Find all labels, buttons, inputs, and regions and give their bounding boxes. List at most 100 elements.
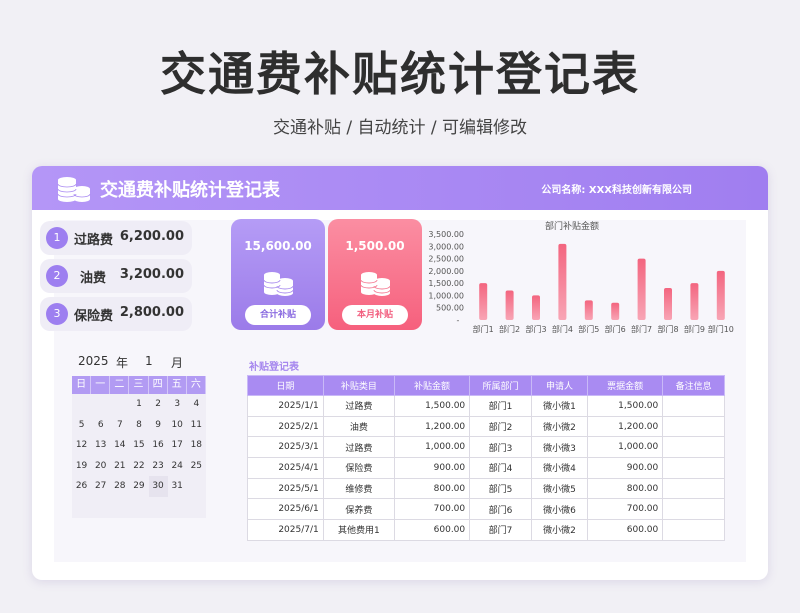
table-cell[interactable]: 600.00: [587, 519, 664, 541]
table-cell[interactable]: 部门7: [469, 519, 532, 541]
calendar-day[interactable]: 9: [149, 415, 168, 436]
calendar-day[interactable]: 16: [149, 435, 168, 456]
calendar-day[interactable]: 11: [187, 415, 206, 436]
table-cell[interactable]: 1,500.00: [587, 395, 664, 417]
chart-bar: [558, 243, 567, 320]
table-cell[interactable]: [662, 498, 725, 521]
calendar-day[interactable]: 1: [129, 394, 148, 415]
table-cell[interactable]: 微小微6: [530, 498, 589, 521]
calendar-day[interactable]: 23: [149, 456, 168, 477]
table-cell[interactable]: 2025/7/1: [247, 519, 324, 541]
calendar-day[interactable]: 31: [168, 476, 187, 497]
table-cell[interactable]: 部门4: [469, 457, 532, 479]
table-cell[interactable]: [662, 457, 725, 479]
calendar-day[interactable]: 27: [91, 476, 110, 497]
table-cell[interactable]: 700.00: [587, 498, 664, 521]
calendar-day[interactable]: 30: [148, 476, 168, 497]
table-row: 2025/7/1 其他费用1 600.00 部门7 微小微2 600.00: [247, 519, 725, 541]
table-cell[interactable]: 900.00: [393, 457, 471, 479]
calendar-day[interactable]: 15: [129, 435, 148, 456]
register-table: 日期 补贴类目 补贴金额 所属部门 申请人 票据金额 备注信息 2025/1/1 过路费 1,5…: [247, 375, 725, 541]
table-cell[interactable]: [662, 415, 725, 438]
calendar-day[interactable]: 19: [72, 456, 91, 477]
calendar-day[interactable]: 12: [72, 435, 91, 456]
header-title: 交通费补贴统计登记表: [100, 180, 280, 201]
calendar-day[interactable]: 14: [110, 435, 129, 456]
table-cell[interactable]: 600.00: [393, 519, 471, 541]
weekday-label: 三: [129, 376, 149, 394]
table-cell[interactable]: 微小微2: [530, 519, 589, 541]
calendar-week-row: 19 20 21 22 23 24 25: [72, 456, 206, 477]
table-cell[interactable]: 部门2: [469, 415, 532, 438]
table-cell[interactable]: 2025/4/1: [247, 457, 324, 479]
table-cell[interactable]: 1,500.00: [393, 395, 471, 417]
calendar-week-row: 1234: [72, 394, 206, 415]
calendar-day[interactable]: 4: [187, 394, 206, 415]
calendar-day[interactable]: 7: [110, 415, 129, 436]
table-cell[interactable]: 2025/6/1: [247, 498, 324, 521]
table-cell[interactable]: 过路费: [322, 395, 395, 417]
table-cell[interactable]: 部门5: [469, 477, 532, 500]
calendar-day[interactable]: 21: [110, 456, 129, 477]
table-cell[interactable]: 2025/3/1: [247, 436, 324, 459]
table-cell[interactable]: 部门6: [469, 498, 532, 521]
fee-number: 1: [46, 227, 68, 249]
table-cell[interactable]: 微小微5: [530, 477, 589, 500]
table-cell[interactable]: 其他费用1: [322, 519, 395, 541]
table-cell[interactable]: 微小微1: [530, 395, 589, 417]
calendar-day[interactable]: 24: [168, 456, 187, 477]
calendar-day[interactable]: 17: [168, 435, 187, 456]
table-cell[interactable]: 保养费: [322, 498, 395, 521]
calendar-year[interactable]: 2025: [78, 354, 109, 368]
table-cell[interactable]: 900.00: [587, 457, 664, 479]
calendar-day[interactable]: 22: [129, 456, 148, 477]
x-tick-label: 部门3: [525, 324, 546, 334]
total-subsidy-button[interactable]: 合计补贴: [245, 305, 311, 325]
month-subsidy-button[interactable]: 本月补贴: [342, 305, 408, 325]
calendar-day[interactable]: 28: [110, 476, 129, 497]
calendar-day[interactable]: 20: [91, 456, 110, 477]
table-cell[interactable]: 过路费: [322, 436, 395, 459]
table-cell[interactable]: 1,200.00: [393, 415, 471, 438]
table-cell[interactable]: 2025/2/1: [247, 415, 324, 438]
calendar-day[interactable]: 29: [129, 476, 148, 497]
card-header: 交通费补贴统计登记表 公司名称: XXX科技创新有限公司: [32, 166, 768, 210]
table-header-row: 日期 补贴类目 补贴金额 所属部门 申请人 票据金额 备注信息: [247, 375, 725, 396]
table-cell[interactable]: 部门3: [469, 436, 532, 459]
table-cell[interactable]: 维修费: [322, 477, 395, 500]
table-cell[interactable]: 微小微4: [530, 457, 589, 479]
table-cell[interactable]: [662, 519, 725, 541]
calendar-day: [187, 497, 206, 518]
calendar-day[interactable]: 3: [168, 394, 187, 415]
calendar-day[interactable]: 26: [72, 476, 91, 497]
table-cell[interactable]: 2025/1/1: [247, 395, 324, 417]
calendar-month[interactable]: 1: [145, 354, 153, 368]
table-cell[interactable]: 800.00: [393, 477, 471, 500]
calendar-day: [110, 497, 129, 518]
calendar-day[interactable]: 18: [187, 435, 206, 456]
table-cell[interactable]: 油费: [322, 415, 395, 438]
table-cell[interactable]: 保险费: [322, 457, 395, 479]
table-cell[interactable]: 微小微2: [530, 415, 589, 438]
calendar-day[interactable]: 25: [187, 456, 206, 477]
table-cell[interactable]: 部门1: [469, 395, 532, 417]
table-cell[interactable]: 1,000.00: [393, 436, 471, 459]
table-cell[interactable]: [662, 477, 725, 500]
calendar-day[interactable]: 5: [72, 415, 91, 436]
table-cell[interactable]: 1,000.00: [587, 436, 664, 459]
table-cell[interactable]: 700.00: [393, 498, 471, 521]
table-cell[interactable]: 1,200.00: [587, 415, 664, 438]
table-cell[interactable]: 800.00: [587, 477, 664, 500]
column-header: 日期: [247, 375, 324, 396]
table-cell[interactable]: [662, 436, 725, 459]
x-tick-label: 部门2: [499, 324, 520, 334]
calendar-day[interactable]: 13: [91, 435, 110, 456]
table-cell[interactable]: 2025/5/1: [247, 477, 324, 500]
calendar-day[interactable]: 2: [149, 394, 168, 415]
table-cell[interactable]: [662, 395, 725, 417]
calendar-day[interactable]: 6: [91, 415, 110, 436]
month-subsidy-card: 1,500.00 本月补贴: [328, 219, 422, 330]
calendar-day[interactable]: 8: [129, 415, 148, 436]
table-cell[interactable]: 微小微3: [530, 436, 589, 459]
calendar-day[interactable]: 10: [168, 415, 187, 436]
